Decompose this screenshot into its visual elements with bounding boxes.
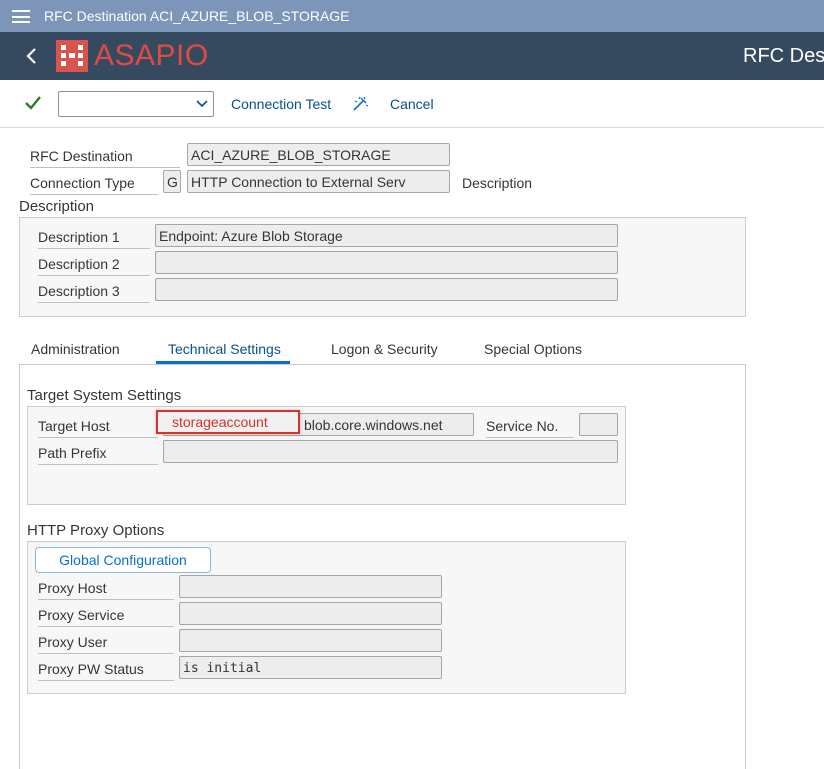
proxy-service-label: Proxy Service xyxy=(38,607,174,627)
proxy-service-field[interactable] xyxy=(179,602,442,625)
menu-icon[interactable] xyxy=(12,10,30,23)
window-titlebar: RFC Destination ACI_AZURE_BLOB_STORAGE xyxy=(0,0,824,32)
tab-logon-security[interactable]: Logon & Security xyxy=(331,341,438,357)
window-title: RFC Destination ACI_AZURE_BLOB_STORAGE xyxy=(44,8,350,24)
rfc-destination-field[interactable]: ACI_AZURE_BLOB_STORAGE xyxy=(187,143,450,166)
connection-type-description: Description xyxy=(462,175,533,191)
target-system-title: Target System Settings xyxy=(27,387,182,404)
chevron-down-icon xyxy=(196,100,208,108)
target-host-label: Target Host xyxy=(38,418,158,438)
connection-type-field[interactable]: HTTP Connection to External Serv xyxy=(187,170,450,193)
command-select[interactable] xyxy=(58,91,214,117)
tab-technical-settings[interactable]: Technical Settings xyxy=(168,341,281,357)
proxy-host-label: Proxy Host xyxy=(38,580,174,600)
back-icon[interactable] xyxy=(24,44,40,68)
description-section-title: Description xyxy=(19,198,95,215)
proxy-pw-status-label: Proxy PW Status xyxy=(38,661,174,681)
checkmark-icon[interactable] xyxy=(24,94,42,112)
path-prefix-label: Path Prefix xyxy=(38,445,158,465)
proxy-pw-status-field: is initial xyxy=(179,656,442,679)
cancel-button[interactable]: Cancel xyxy=(390,96,434,112)
connection-type-code-field[interactable]: G xyxy=(163,170,181,193)
description-2-label: Description 2 xyxy=(38,256,150,276)
asapio-logo-text: ASAPIO xyxy=(94,39,209,72)
asapio-logo-icon xyxy=(56,40,88,72)
service-no-field[interactable] xyxy=(579,413,618,436)
service-no-label: Service No. xyxy=(486,418,574,438)
proxy-user-label: Proxy User xyxy=(38,634,174,654)
connection-type-label: Connection Type xyxy=(30,175,158,195)
description-3-field[interactable] xyxy=(155,278,618,301)
tab-special-options[interactable]: Special Options xyxy=(484,341,582,357)
global-configuration-button[interactable]: Global Configuration xyxy=(35,547,211,573)
toolbar: Connection Test Cancel xyxy=(0,80,824,128)
connection-test-button[interactable]: Connection Test xyxy=(231,96,331,112)
description-1-label: Description 1 xyxy=(38,229,150,249)
path-prefix-field[interactable] xyxy=(163,440,618,463)
shell-title: RFC Des xyxy=(743,45,824,67)
cancel-icon[interactable] xyxy=(351,95,369,113)
proxy-options-title: HTTP Proxy Options xyxy=(27,522,165,539)
description-2-field[interactable] xyxy=(155,251,618,274)
proxy-host-field[interactable] xyxy=(179,575,442,598)
rfc-destination-label: RFC Destination xyxy=(30,148,180,168)
tab-administration[interactable]: Administration xyxy=(31,341,120,357)
description-1-field[interactable]: Endpoint: Azure Blob Storage xyxy=(155,224,618,247)
description-3-label: Description 3 xyxy=(38,283,150,303)
proxy-user-field[interactable] xyxy=(179,629,442,652)
redaction-overlay: storageaccount xyxy=(156,410,300,434)
